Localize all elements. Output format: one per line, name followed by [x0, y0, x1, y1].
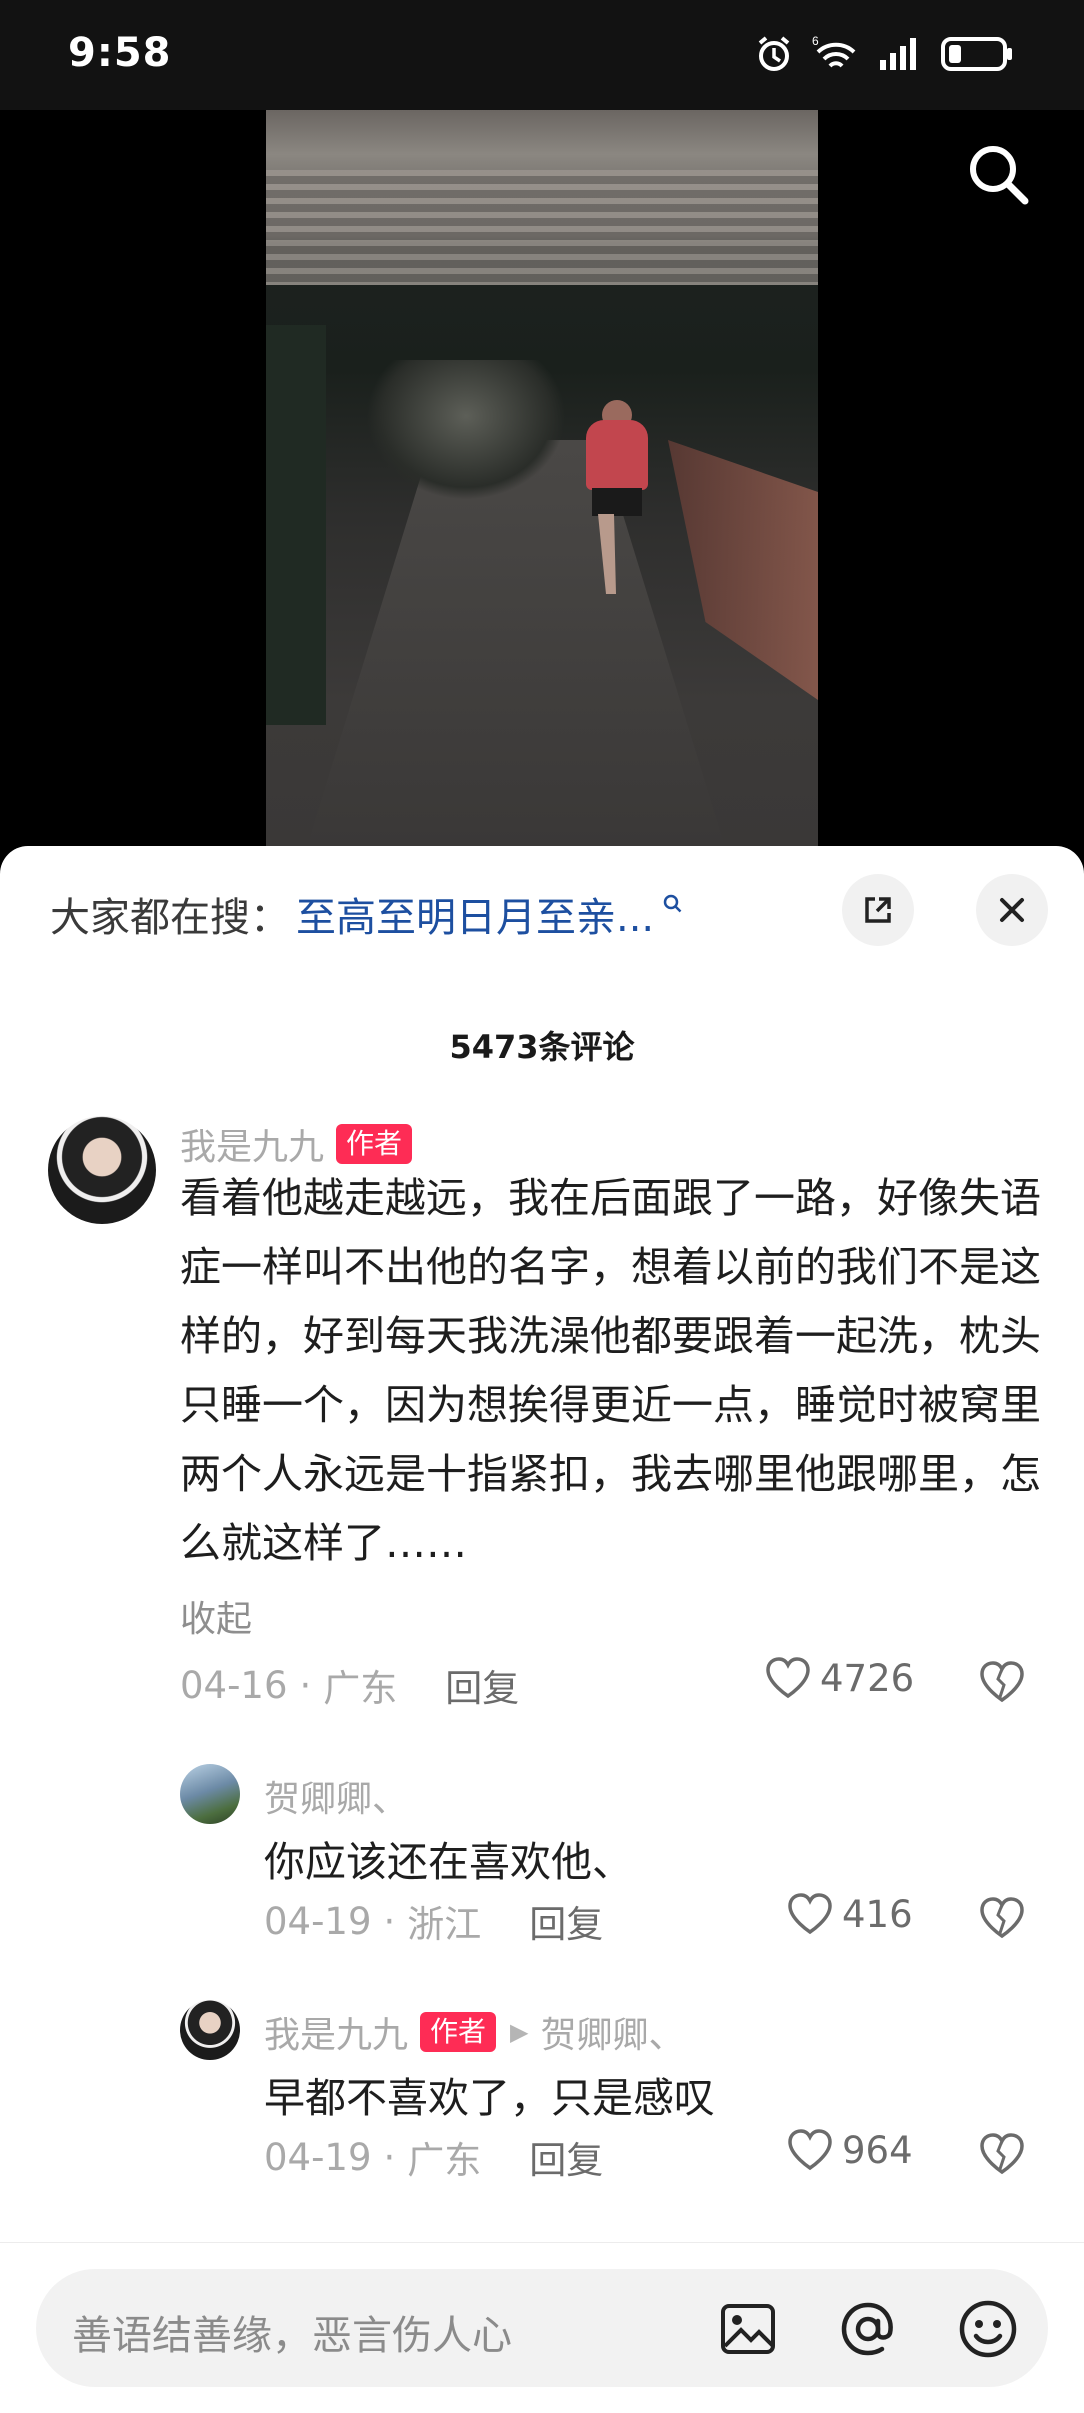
broken-heart-icon: [980, 1897, 1024, 1939]
comment-author[interactable]: 贺卿卿、: [264, 1770, 408, 1822]
svg-text:6: 6: [812, 34, 819, 48]
collapse-button[interactable]: 收起: [180, 1590, 252, 1642]
dislike-button[interactable]: [978, 1896, 1026, 1944]
reply-button[interactable]: 回复: [529, 2130, 603, 2184]
like-count: 416: [842, 1892, 913, 1936]
emoji-icon[interactable]: [956, 2297, 1020, 2361]
dislike-button[interactable]: [978, 1660, 1026, 1708]
at-icon[interactable]: [836, 2297, 900, 2361]
avatar[interactable]: [180, 1764, 240, 1824]
alarm-icon: [758, 36, 790, 71]
comment-meta: 04-19 · 广东 回复: [264, 2130, 603, 2184]
wifi-6-icon: 6: [812, 34, 856, 68]
heart-icon: [788, 2129, 832, 2171]
video-player[interactable]: [0, 110, 1084, 850]
comment-text[interactable]: 看着他越走越远，我在后面跟了一路，好像失语症一样叫不出他的名字，想着以前的我们不…: [180, 1164, 1050, 1578]
video-frame: [266, 110, 818, 850]
comment-meta: 04-16 · 广东 回复: [180, 1658, 519, 1712]
status-bar: 9:58 6: [0, 0, 1084, 110]
comment-text[interactable]: 早都不喜欢了，只是感叹: [264, 2064, 1044, 2133]
like-count: 964: [842, 2128, 913, 2172]
avatar[interactable]: [180, 2000, 240, 2060]
comment-text[interactable]: 你应该还在喜欢他、: [264, 1828, 1044, 1897]
like-count: 4726: [820, 1656, 915, 1700]
broken-heart-icon: [980, 2133, 1024, 2175]
comment-author[interactable]: 我是九九: [180, 1118, 324, 1170]
comment-location: 广东: [407, 2139, 482, 2182]
comment-date: 04-16: [180, 1663, 288, 1707]
broken-heart-icon: [980, 1661, 1024, 1703]
image-icon[interactable]: [716, 2297, 780, 2361]
status-icons: 6: [754, 34, 1014, 74]
comment-input-placeholder: 善语结善缘，恶言伤人心: [72, 2313, 512, 2359]
comment-sheet: 大家都在搜： 至高至明日月至亲... 5473条评论 我是九九 作者 看着他越走…: [0, 846, 1084, 2412]
author-badge: 作者: [420, 2012, 497, 2052]
small-search-icon: [663, 894, 682, 913]
like-button[interactable]: 964: [786, 2128, 913, 2172]
status-time: 9:58: [68, 30, 172, 76]
hot-search-query[interactable]: 至高至明日月至亲...: [296, 885, 654, 943]
reply-button[interactable]: 回复: [529, 1894, 603, 1948]
dislike-button[interactable]: [978, 2132, 1026, 2180]
comment-input[interactable]: 善语结善缘，恶言伤人心: [36, 2269, 1048, 2387]
hot-search-prefix: 大家都在搜：: [50, 895, 290, 941]
author-badge: 作者: [336, 1124, 413, 1164]
close-icon: [1000, 898, 1024, 922]
comment-author[interactable]: 我是九九: [264, 2006, 408, 2058]
comment-input-bar: 善语结善缘，恶言伤人心: [0, 2242, 1084, 2413]
close-button[interactable]: [976, 874, 1048, 946]
reply-to-user[interactable]: 贺卿卿、: [541, 2006, 685, 2058]
reply-arrow-icon: ▶: [510, 2018, 529, 2046]
comment-location: 广东: [323, 1667, 398, 1710]
hot-search-bar[interactable]: 大家都在搜： 至高至明日月至亲...: [50, 884, 684, 944]
person-figure: [586, 400, 648, 594]
like-button[interactable]: 4726: [764, 1656, 914, 1700]
comment-location: 浙江: [407, 1903, 482, 1946]
comment-count: 5473条评论: [449, 1028, 635, 1066]
comment-author-row: 贺卿卿、: [264, 1770, 408, 1822]
comment-date: 04-19: [264, 1899, 372, 1943]
search-icon[interactable]: [964, 140, 1034, 210]
comment-author-row: 我是九九 作者: [180, 1118, 413, 1170]
expand-button[interactable]: [842, 874, 914, 946]
heart-icon: [788, 1893, 832, 1935]
heart-icon: [766, 1657, 810, 1699]
avatar[interactable]: [48, 1116, 156, 1224]
expand-icon: [865, 897, 891, 923]
reply-button[interactable]: 回复: [445, 1658, 519, 1712]
battery-icon: [941, 37, 1012, 71]
signal-icon: [880, 38, 916, 70]
comment-meta: 04-19 · 浙江 回复: [264, 1894, 603, 1948]
comment-date: 04-19: [264, 2135, 372, 2179]
comment-author-row: 我是九九 作者 ▶ 贺卿卿、: [264, 2006, 685, 2058]
like-button[interactable]: 416: [786, 1892, 913, 1936]
